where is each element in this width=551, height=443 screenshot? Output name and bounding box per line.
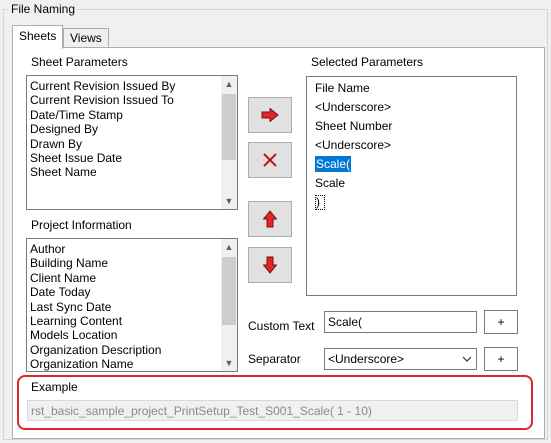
remove-parameter-button[interactable] — [248, 142, 292, 178]
list-item[interactable]: Date/Time Stamp — [30, 108, 219, 122]
project-information-scrollbar[interactable]: ▲ ▼ — [221, 239, 237, 371]
list-item[interactable]: Scale( — [310, 155, 513, 174]
list-item[interactable]: Sheet Issue Date — [30, 151, 219, 165]
list-item-text: <Underscore> — [315, 100, 392, 114]
list-item[interactable]: Organization Description — [30, 343, 219, 357]
arrow-up-icon — [263, 210, 277, 228]
example-label: Example — [31, 380, 78, 394]
scroll-thumb[interactable] — [222, 94, 236, 160]
scroll-down-icon[interactable]: ▼ — [221, 193, 237, 209]
example-preview-field: rst_basic_sample_project_PrintSetup_Test… — [27, 400, 518, 421]
sheet-parameters-scrollbar[interactable]: ▲ ▼ — [221, 76, 237, 209]
separator-value: <Underscore> — [328, 352, 405, 366]
scroll-thumb[interactable] — [222, 257, 236, 325]
list-item[interactable]: Scale — [310, 174, 513, 193]
list-item[interactable]: Current Revision Issued To — [30, 93, 219, 107]
list-item[interactable]: Current Revision Issued By — [30, 79, 219, 93]
list-item-text: Scale( — [315, 156, 352, 172]
list-item[interactable]: Sheet Number — [310, 117, 513, 136]
list-item[interactable]: <Underscore> — [310, 98, 513, 117]
add-separator-button[interactable]: + — [484, 347, 518, 371]
sheet-parameters-list[interactable]: Current Revision Issued By Current Revisi… — [26, 75, 238, 210]
scroll-down-icon[interactable]: ▼ — [221, 355, 237, 371]
list-item-text: File Name — [315, 81, 370, 95]
scroll-up-icon[interactable]: ▲ — [221, 76, 237, 92]
tab-sheets[interactable]: Sheets — [12, 25, 64, 49]
sheet-parameters-label: Sheet Parameters — [31, 55, 128, 69]
selected-parameters-list[interactable]: File Name <Underscore> Sheet Number <Unders… — [306, 76, 517, 296]
list-item[interactable]: Sheet Name — [30, 165, 219, 179]
list-item-text: Sheet Number — [315, 119, 393, 133]
separator-label: Separator — [248, 352, 301, 366]
list-item[interactable]: Organization Name — [30, 357, 219, 371]
list-item[interactable]: Learning Content — [30, 314, 219, 328]
tab-views[interactable]: Views — [63, 28, 109, 48]
list-item[interactable]: Client Name — [30, 271, 219, 285]
list-item-text: ) — [315, 195, 325, 210]
list-item[interactable]: Drawn By — [30, 137, 219, 151]
list-item[interactable]: Models Location — [30, 328, 219, 342]
scroll-up-icon[interactable]: ▲ — [221, 239, 237, 255]
custom-text-input[interactable]: Scale( — [324, 311, 477, 333]
list-item-text: <Underscore> — [315, 138, 392, 152]
project-information-list[interactable]: Author Building Name Client Name Date Today… — [26, 238, 238, 372]
list-item[interactable]: Designed By — [30, 122, 219, 136]
custom-text-label: Custom Text — [248, 319, 315, 333]
project-information-label: Project Information — [31, 218, 132, 232]
move-up-button[interactable] — [248, 201, 292, 237]
move-down-button[interactable] — [248, 247, 292, 283]
add-parameter-button[interactable] — [248, 97, 292, 133]
list-item[interactable]: <Underscore> — [310, 136, 513, 155]
selected-parameters-label: Selected Parameters — [311, 55, 424, 69]
list-item[interactable]: Author — [30, 242, 219, 256]
separator-select[interactable]: <Underscore> — [324, 348, 477, 370]
list-item[interactable]: File Name — [310, 79, 513, 98]
list-item[interactable]: Last Sync Date — [30, 300, 219, 314]
add-custom-text-button[interactable]: + — [484, 310, 518, 334]
list-item[interactable]: Building Name — [30, 256, 219, 270]
list-item[interactable]: Date Today — [30, 285, 219, 299]
arrow-right-icon — [261, 108, 279, 122]
x-icon — [263, 153, 277, 167]
chevron-down-icon[interactable] — [462, 355, 472, 363]
group-title: File Naming — [9, 2, 78, 16]
list-item[interactable]: ) — [310, 193, 513, 212]
arrow-down-icon — [263, 256, 277, 274]
list-item-text: Scale — [315, 176, 346, 190]
